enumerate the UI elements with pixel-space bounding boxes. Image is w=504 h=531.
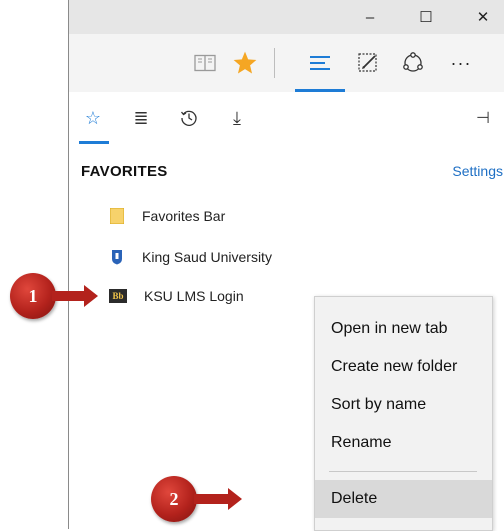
folder-icon bbox=[109, 208, 125, 224]
toolbar-separator bbox=[274, 48, 275, 78]
menu-item-open-in-new-tab[interactable]: Open in new tab bbox=[315, 310, 492, 348]
callout-number: 1 bbox=[28, 285, 38, 306]
share-button[interactable] bbox=[395, 46, 431, 80]
favorite-item-favorites-bar[interactable]: Favorites Bar bbox=[109, 204, 225, 228]
more-button[interactable]: ··· bbox=[443, 46, 479, 80]
menu-item-sort-by-name[interactable]: Sort by name bbox=[315, 386, 492, 424]
maximize-icon: ☐ bbox=[419, 9, 433, 26]
minimize-icon: – bbox=[365, 8, 375, 26]
minimize-button[interactable]: – bbox=[348, 0, 392, 34]
callout-arrow-1 bbox=[52, 285, 98, 307]
favorites-header: FAVORITES bbox=[81, 163, 168, 180]
settings-link[interactable]: Settings bbox=[452, 163, 503, 179]
tab-history[interactable] bbox=[173, 102, 205, 134]
tab-favorites[interactable]: ☆ bbox=[77, 102, 109, 134]
ksu-shield-icon bbox=[109, 249, 125, 265]
add-favorite-button[interactable] bbox=[227, 46, 263, 80]
download-icon: ⤓ bbox=[233, 107, 241, 128]
book-icon bbox=[194, 54, 216, 72]
callout-arrow-2 bbox=[194, 488, 242, 510]
callout-marker-2: 2 bbox=[151, 476, 197, 522]
browser-window: – ☐ ✕ ··· ☆ ≣ ⤓ ⊣ FAVORITES Settings Fav… bbox=[68, 0, 504, 531]
web-note-button[interactable] bbox=[350, 46, 386, 80]
hub-lines-icon bbox=[310, 56, 330, 70]
close-icon: ✕ bbox=[476, 9, 490, 26]
maximize-button[interactable]: ☐ bbox=[404, 0, 448, 34]
active-tab-indicator bbox=[79, 141, 109, 144]
pin-icon: ⊣ bbox=[476, 110, 490, 127]
hub-button[interactable] bbox=[302, 46, 338, 80]
favorite-label: KSU LMS Login bbox=[144, 288, 244, 304]
menu-separator bbox=[329, 471, 477, 472]
favorite-item-king-saud-university[interactable]: King Saud University bbox=[109, 245, 272, 269]
close-button[interactable]: ✕ bbox=[461, 0, 504, 34]
more-icon: ··· bbox=[450, 52, 472, 73]
menu-item-delete[interactable]: Delete bbox=[315, 480, 492, 518]
blackboard-icon: Bb bbox=[109, 289, 127, 303]
browser-toolbar: ··· bbox=[69, 34, 504, 93]
favorite-item-ksu-lms-login[interactable]: Bb KSU LMS Login bbox=[109, 284, 244, 308]
tab-downloads[interactable]: ⤓ bbox=[221, 102, 253, 134]
share-icon bbox=[403, 52, 423, 72]
tab-reading-list[interactable]: ≣ bbox=[125, 102, 157, 134]
star-outline-icon: ☆ bbox=[84, 107, 102, 128]
menu-item-create-new-folder[interactable]: Create new folder bbox=[315, 348, 492, 386]
favorite-label: Favorites Bar bbox=[142, 208, 226, 224]
context-menu: Open in new tab Create new folder Sort b… bbox=[314, 296, 493, 531]
pin-button[interactable]: ⊣ bbox=[467, 102, 499, 134]
hub-tabs: ☆ ≣ ⤓ ⊣ bbox=[69, 92, 504, 144]
reading-view-button[interactable] bbox=[187, 46, 223, 80]
callout-marker-1: 1 bbox=[10, 273, 56, 319]
menu-item-rename[interactable]: Rename bbox=[315, 424, 492, 462]
callout-number: 2 bbox=[169, 488, 179, 509]
title-bar: – ☐ ✕ bbox=[69, 0, 504, 34]
web-note-icon bbox=[358, 53, 377, 72]
history-icon bbox=[180, 110, 197, 126]
star-icon bbox=[233, 51, 257, 74]
favorite-label: King Saud University bbox=[142, 249, 272, 265]
reading-list-icon: ≣ bbox=[133, 107, 149, 128]
